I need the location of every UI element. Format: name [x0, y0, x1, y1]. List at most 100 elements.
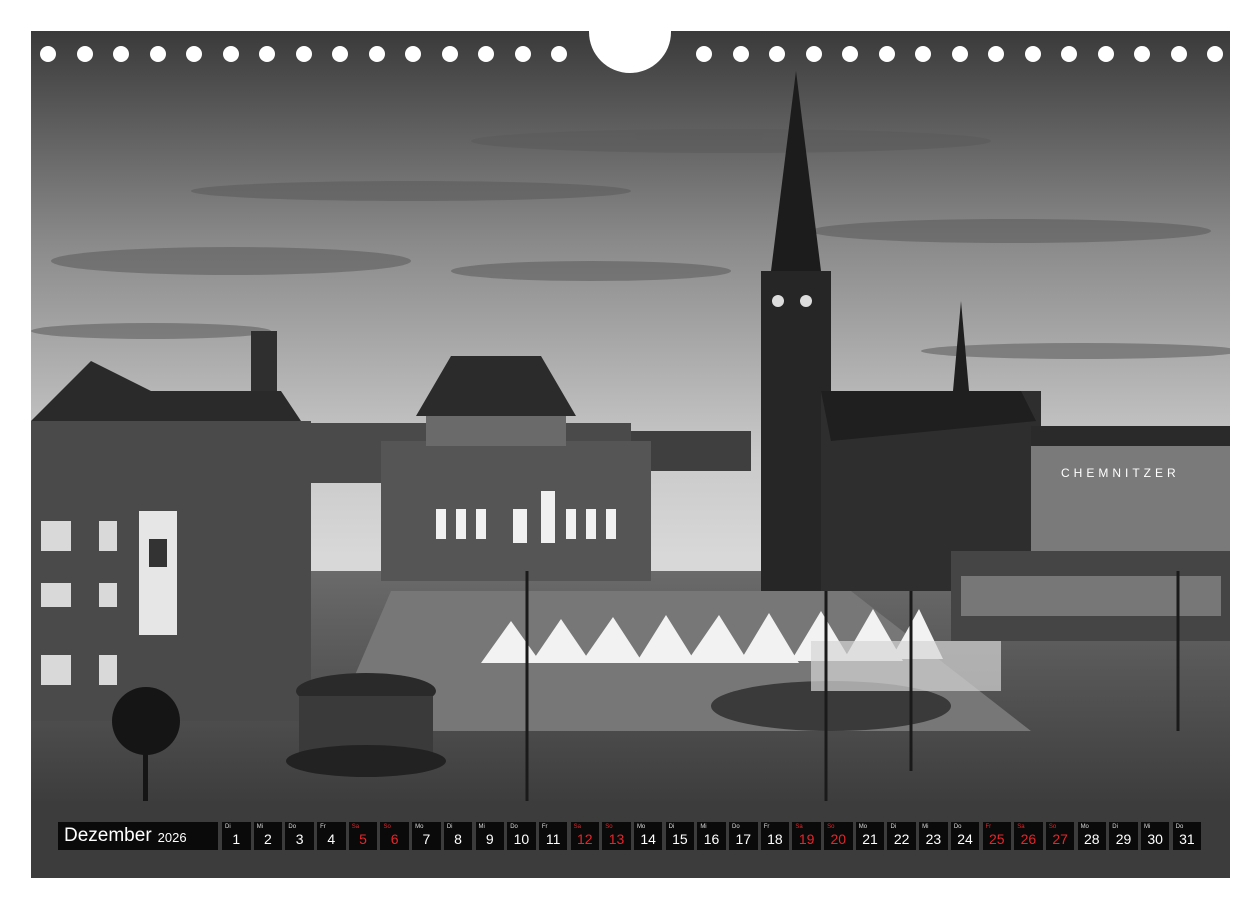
day-number: 6: [390, 831, 399, 847]
year-label: 2026: [157, 830, 187, 845]
day-number: 27: [1052, 831, 1068, 847]
day-cell: So 27: [1045, 822, 1075, 850]
day-number: 25: [988, 831, 1005, 847]
day-number: 5: [359, 831, 367, 847]
weekday-label: Fr: [763, 824, 770, 830]
day-cell: Do 10: [507, 822, 536, 850]
day-number: 1: [232, 831, 241, 847]
day-cell: Mi 9: [475, 822, 504, 850]
day-cell: Do 3: [285, 822, 314, 850]
day-number: 18: [767, 831, 783, 847]
weekday-label: Mi: [478, 824, 485, 830]
binding-hole: [186, 46, 202, 62]
binding-hole: [805, 46, 822, 62]
weekday-label: So: [1048, 824, 1057, 830]
weekday-label: Fr: [541, 824, 548, 830]
weekday-label: Di: [446, 824, 453, 830]
day-number: 28: [1084, 831, 1100, 847]
day-cell: Mo 28: [1077, 822, 1107, 850]
binding-hole: [295, 46, 312, 62]
weekday-label: So: [605, 824, 613, 830]
day-number: 22: [893, 831, 910, 847]
binding-hole: [1207, 46, 1223, 62]
day-cell: So 13: [602, 822, 631, 850]
binding-hole: [332, 46, 348, 62]
day-number: 8: [454, 831, 462, 847]
day-number: 21: [862, 831, 878, 847]
day-number: 15: [672, 831, 688, 847]
day-cell: Fr 18: [760, 822, 790, 850]
weekday-label: Sa: [573, 824, 581, 830]
day-cell: Mi 30: [1140, 822, 1170, 850]
binding-hole: [1170, 46, 1187, 62]
day-number: 10: [513, 831, 530, 847]
day-number: 16: [703, 831, 720, 847]
day-cell: Mi 23: [919, 822, 948, 850]
day-cell: Sa 12: [570, 822, 600, 850]
day-number: 7: [422, 831, 431, 847]
binding-hole: [951, 46, 968, 62]
binding-hole: [478, 46, 494, 62]
day-cells: Di 1 Mi 2 Do 3 Fr 4 Sa 5 So 6 Mo 7 Di 8 Mi 9 Do 10 Fr 11 Sa 12 S…: [222, 822, 1204, 850]
month-label: Dezember 2026: [58, 822, 218, 850]
day-cell: Do 24: [950, 822, 980, 850]
day-cell: Fr 25: [982, 822, 1011, 850]
day-number: 24: [957, 831, 973, 847]
binding-hole: [1097, 46, 1114, 62]
weekday-label: Do: [732, 824, 740, 830]
binding-hole: [769, 46, 785, 62]
weekday-label: Mi: [1143, 824, 1151, 830]
weekday-label: Mi: [700, 824, 707, 830]
binding-hole: [113, 46, 129, 62]
day-cell: Mo 7: [412, 822, 441, 850]
day-number: 12: [577, 831, 593, 847]
month-name: Dezember: [64, 825, 152, 846]
day-cell: So 6: [380, 822, 409, 850]
binding-hole: [878, 46, 895, 62]
binding-hole: [988, 46, 1004, 62]
day-number: 2: [264, 831, 272, 847]
calendar-strip: Dezember 2026 Di 1 Mi 2 Do 3 Fr 4 Sa 5 So 6 Mo 7 Di 8 Mi…: [58, 821, 1204, 851]
binding-hole: [842, 46, 858, 62]
day-number: 26: [1020, 831, 1037, 847]
day-number: 19: [798, 831, 815, 847]
day-cell: Mo 14: [633, 822, 663, 850]
binding-hole: [514, 46, 531, 62]
day-cell: Di 22: [887, 822, 916, 850]
building-sign: CHEMNITZER: [1061, 466, 1180, 480]
day-number: 20: [830, 831, 847, 847]
weekday-label: Do: [953, 824, 962, 830]
binding-hole: [696, 46, 712, 62]
weekday-label: Di: [1112, 824, 1118, 830]
binding-hole: [1134, 46, 1150, 62]
day-cell: Do 17: [729, 822, 758, 850]
day-number: 30: [1147, 831, 1163, 847]
day-cell: Di 8: [443, 822, 473, 850]
binding-hole: [551, 46, 567, 62]
weekday-label: Fr: [985, 824, 992, 830]
weekday-label: Fr: [320, 824, 326, 830]
binding-hole: [405, 46, 421, 62]
day-cell: Mo 21: [855, 822, 885, 850]
day-cell: Mi 2: [253, 822, 283, 850]
day-cell: Di 29: [1109, 822, 1138, 850]
day-number: 29: [1115, 831, 1132, 847]
binding-hole: [149, 46, 166, 62]
binding-hole: [368, 46, 385, 62]
day-number: 14: [640, 831, 656, 847]
weekday-label: Do: [510, 824, 518, 830]
binding-hole: [40, 46, 56, 62]
weekday-label: So: [383, 824, 391, 830]
binding-hole: [915, 46, 931, 62]
binding-hole: [1024, 46, 1041, 62]
weekday-label: So: [827, 824, 835, 830]
calendar-page: CHEMNITZER Dezember 2026 Di 1 Mi 2 Do 3 …: [0, 0, 1260, 908]
day-cell: Di 15: [665, 822, 695, 850]
weekday-label: Di: [225, 824, 231, 830]
weekday-label: Mi: [922, 824, 929, 830]
day-cell: Sa 5: [348, 822, 378, 850]
weekday-label: Sa: [795, 824, 803, 830]
binding-hole: [732, 46, 749, 62]
day-number: 17: [735, 831, 752, 847]
weekday-label: Di: [890, 824, 897, 830]
